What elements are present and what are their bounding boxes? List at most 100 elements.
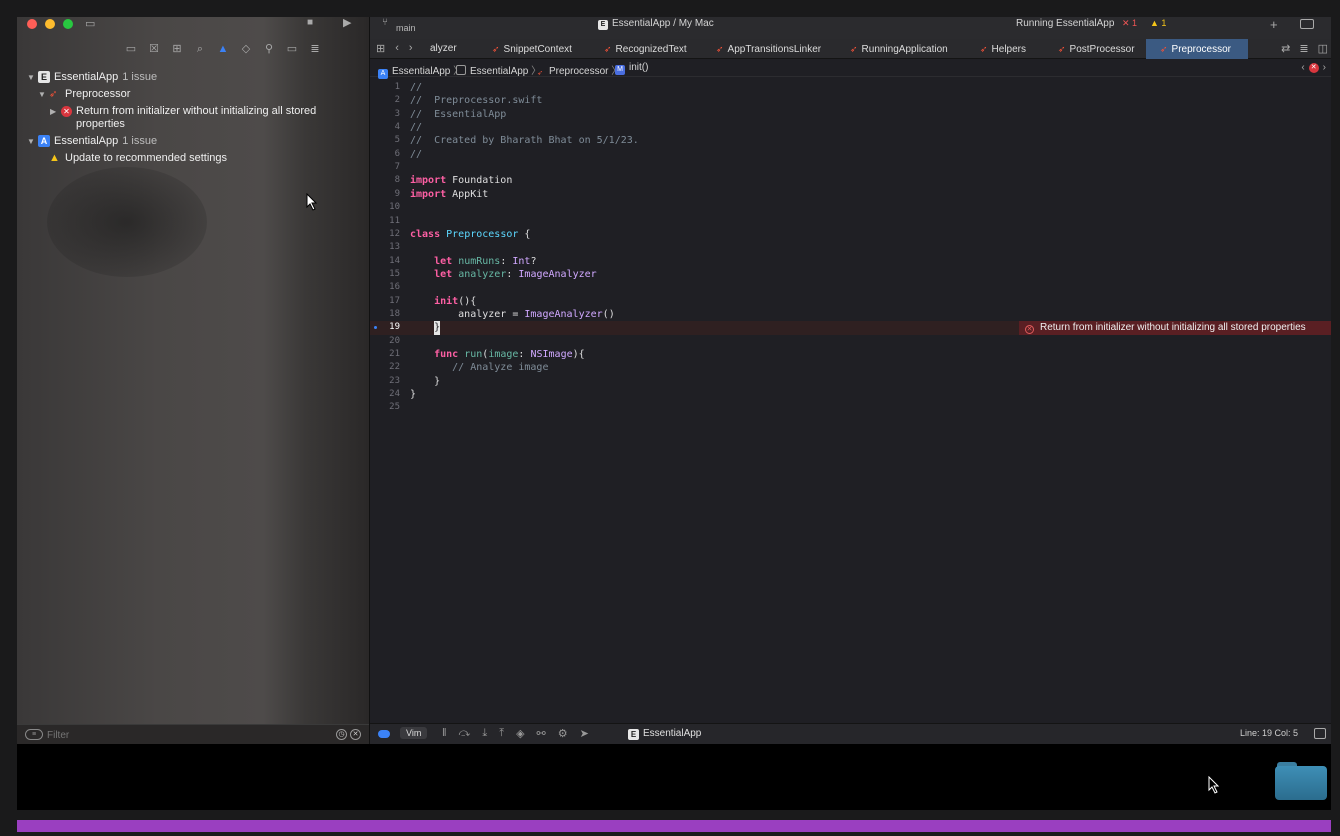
close-button[interactable] (27, 19, 37, 29)
line-number[interactable]: 24 (370, 388, 400, 401)
code-line[interactable]: 12 class Preprocessor { (370, 228, 1331, 241)
code-line[interactable]: 25 (370, 401, 1331, 414)
grid-icon[interactable]: ⊞ (376, 42, 385, 55)
line-number[interactable]: 1 (370, 81, 400, 94)
step-out-icon[interactable]: ⤒ (499, 727, 504, 740)
code-line[interactable]: 3 // EssentialApp (370, 108, 1331, 121)
search-icon[interactable]: ⌕ (193, 42, 207, 56)
next-issue-icon[interactable]: › (1323, 62, 1326, 73)
warning-count-badge[interactable]: ▲ 1 (1150, 18, 1166, 28)
error-count-badge[interactable]: ✕ 1 (1122, 18, 1137, 29)
code-line[interactable]: 5 // Created by Bharath Bhat on 5/1/23. (370, 134, 1331, 147)
line-number[interactable]: 11 (370, 215, 400, 228)
chevron-down-icon[interactable]: ▼ (27, 69, 35, 86)
issue-group-row[interactable]: ▼ A EssentialApp 1 issue (17, 133, 369, 150)
line-number[interactable]: 7 (370, 161, 400, 174)
folder-icon[interactable] (1275, 758, 1327, 802)
code-line[interactable]: 13 (370, 241, 1331, 254)
breakpoints-toggle[interactable] (378, 730, 390, 738)
tab-postprocessor[interactable]: ➶ PostProcessor (1058, 39, 1135, 59)
tab-recognizedtext[interactable]: ➶ RecognizedText (604, 39, 687, 59)
scheme-selector[interactable]: E EssentialApp / My Mac (598, 18, 714, 30)
line-number[interactable]: 17 (370, 295, 400, 308)
line-number[interactable]: 6 (370, 148, 400, 161)
line-number[interactable]: 12 (370, 228, 400, 241)
jumpbar-folder[interactable]: EssentialApp 〉 (456, 62, 541, 77)
split-editor-icon[interactable] (1300, 19, 1314, 29)
debug-target[interactable]: E EssentialApp (628, 728, 701, 740)
line-number[interactable]: 4 (370, 121, 400, 134)
filter-input[interactable] (47, 728, 327, 742)
code-line[interactable]: 17 init(){ (370, 295, 1331, 308)
line-number[interactable]: 10 (370, 201, 400, 214)
test-icon[interactable]: ◇ (239, 42, 253, 56)
view-hierarchy-icon[interactable]: ◈ (516, 727, 524, 740)
tab-analyzer[interactable]: alyzer (430, 39, 457, 59)
line-number[interactable]: 15 (370, 268, 400, 281)
location-icon[interactable]: ➤ (580, 727, 589, 740)
previous-issue-icon[interactable]: ‹ (1301, 62, 1304, 73)
source-control-icon[interactable]: ☒ (147, 42, 161, 56)
error-icon[interactable]: ✕ (1308, 62, 1319, 73)
issue-navigator-icon[interactable]: ▲ (216, 42, 230, 56)
code-line[interactable]: 23 } (370, 375, 1331, 388)
line-number[interactable]: 8 (370, 174, 400, 187)
step-over-icon[interactable]: ⤼ (459, 727, 471, 740)
minimize-button[interactable] (45, 19, 55, 29)
code-line[interactable]: 20 (370, 335, 1331, 348)
inline-error-banner[interactable]: ✕ Return from initializer without initial… (1019, 321, 1331, 335)
tab-apptransitionslinker[interactable]: ➶ AppTransitionsLinker (716, 39, 821, 59)
hierarchy-icon[interactable]: ⊞ (170, 42, 184, 56)
line-number[interactable]: 14 (370, 255, 400, 268)
line-number[interactable]: 23 (370, 375, 400, 388)
breakpoint-icon[interactable]: ▭ (285, 42, 299, 56)
line-number[interactable]: 5 (370, 134, 400, 147)
zoom-button[interactable] (63, 19, 73, 29)
line-number[interactable]: 20 (370, 335, 400, 348)
error-filter-icon[interactable]: ✕ (350, 729, 361, 740)
tab-helpers[interactable]: ➶ Helpers (980, 39, 1026, 59)
code-line[interactable]: 1 // (370, 81, 1331, 94)
code-line[interactable]: 24} (370, 388, 1331, 401)
debug-area-toggle-icon[interactable] (1314, 728, 1326, 739)
code-line[interactable]: 9 import AppKit (370, 188, 1331, 201)
pause-icon[interactable]: ‖ (442, 727, 447, 740)
chevron-down-icon[interactable]: ▼ (27, 133, 35, 150)
issue-warning-row[interactable]: ▲ Update to recommended settings (17, 150, 369, 167)
code-line[interactable]: 19 } ✕ Return from initializer without ini… (370, 321, 1331, 335)
line-number[interactable]: 25 (370, 401, 400, 414)
issue-file-row[interactable]: ▼ ➶ Preprocessor (17, 86, 369, 103)
refresh-icon[interactable]: ⇄ (1281, 42, 1290, 55)
jumpbar-project[interactable]: A EssentialApp 〉 (378, 62, 463, 79)
clock-icon[interactable]: ◷ (336, 729, 347, 740)
line-number[interactable]: 2 (370, 94, 400, 107)
jumpbar-file[interactable]: ➶Preprocessor 〉 (535, 62, 621, 79)
memory-graph-icon[interactable]: ⚯ (537, 727, 546, 740)
branch-label[interactable]: main (396, 23, 416, 33)
code-line[interactable]: 16 (370, 281, 1331, 294)
code-line[interactable]: 22 // Analyze image (370, 361, 1331, 374)
issue-group-row[interactable]: ▼ E EssentialApp 1 issue (17, 69, 369, 86)
add-icon[interactable]: + (1270, 17, 1278, 32)
code-line[interactable]: 7 (370, 161, 1331, 174)
code-line[interactable]: 2 // Preprocessor.swift (370, 94, 1331, 107)
debug-icon[interactable]: ⚲ (262, 42, 276, 56)
step-into-icon[interactable]: ⤓ (482, 727, 487, 740)
code-line[interactable]: 6 // (370, 148, 1331, 161)
report-icon[interactable]: ≣ (308, 42, 322, 56)
chevron-right-icon[interactable]: ▶ (50, 103, 56, 120)
code-line[interactable]: 18 analyzer = ImageAnalyzer() (370, 308, 1331, 321)
tab-snippetcontext[interactable]: ➶ SnippetContext (492, 39, 572, 59)
code-line[interactable]: 14 let numRuns: Int? (370, 255, 1331, 268)
code-line[interactable]: 11 (370, 215, 1331, 228)
line-number[interactable]: 22 (370, 361, 400, 374)
code-line[interactable]: 15 let analyzer: ImageAnalyzer (370, 268, 1331, 281)
issue-error-row[interactable]: ▶ ✕ Return from initializer without init… (17, 103, 369, 133)
folder-icon[interactable]: ▭ (124, 42, 138, 56)
sidebar-toggle-icon[interactable]: ▭ (85, 17, 95, 30)
jumpbar-symbol[interactable]: Minit() (615, 62, 648, 75)
code-line[interactable]: 8 import Foundation (370, 174, 1331, 187)
chevron-down-icon[interactable]: ▼ (38, 86, 46, 103)
back-icon[interactable]: ‹ (395, 42, 399, 55)
inspector-toggle-icon[interactable]: ◫ (1318, 42, 1328, 55)
